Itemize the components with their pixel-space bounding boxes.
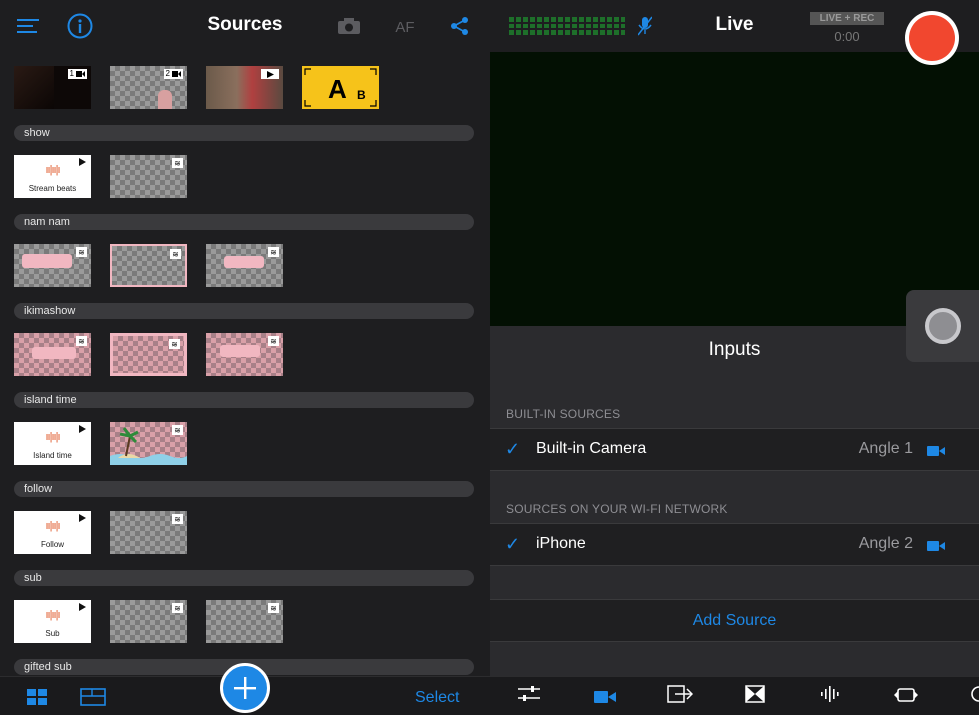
sources-panel: Sources AF 1 2 A B show ıı|ıı|ı Stream b… <box>0 0 490 715</box>
video-camera-icon <box>927 443 945 461</box>
layers-icon: ≋ <box>169 339 180 349</box>
camera-badge: 1 <box>67 69 87 79</box>
record-button[interactable] <box>905 11 959 65</box>
grid-view-icon[interactable] <box>27 689 47 705</box>
overlay-thumbnail[interactable]: ≋ <box>206 333 283 376</box>
video-camera-icon <box>927 538 945 556</box>
group-label-sub[interactable]: sub <box>14 570 474 586</box>
live-panel: Live LIVE + REC 0:00 Inputs BUILT-IN SOU… <box>490 0 979 715</box>
autofocus-button[interactable]: AF <box>392 17 418 37</box>
source-angle: Angle 2 <box>858 535 913 552</box>
layers-icon: ≋ <box>170 249 181 259</box>
builtin-sources-header: BUILT-IN SOURCES <box>506 407 621 421</box>
camera-1-thumbnail[interactable]: 1 <box>14 66 91 109</box>
play-icon <box>79 158 86 166</box>
overlay-thumbnail[interactable]: ≋ <box>110 155 187 198</box>
checkmark-icon: ✓ <box>505 534 521 554</box>
play-icon <box>79 603 86 611</box>
overlay-thumbnail[interactable]: ≋ <box>110 333 187 376</box>
settings-gear-icon[interactable] <box>970 685 979 708</box>
camera-switch-icon[interactable] <box>337 16 361 36</box>
output-icon[interactable] <box>667 685 694 708</box>
wifi-sources-header: SOURCES ON YOUR WI-FI NETWORK <box>506 502 728 516</box>
overlay-thumbnail[interactable]: ≋ <box>110 244 187 287</box>
audio-thumbnail[interactable]: ıı|ıı|ı Follow <box>14 511 91 554</box>
flip-camera-icon[interactable] <box>892 685 920 710</box>
layers-icon: ≋ <box>76 336 87 346</box>
audio-thumbnail[interactable]: ıı|ıı|ı Stream beats <box>14 155 91 198</box>
recording-timer: 0:00 <box>834 29 860 44</box>
source-name: iPhone <box>536 535 586 552</box>
audio-thumbnail[interactable]: ıı|ıı|ı Sub <box>14 600 91 643</box>
overlay-thumbnail[interactable]: ≋ <box>206 244 283 287</box>
overlay-thumbnail[interactable]: ≋ <box>14 333 91 376</box>
group-label-show[interactable]: show <box>14 125 474 141</box>
thumbnail-title: Island time <box>33 451 72 460</box>
plus-icon <box>234 677 256 699</box>
camera-badge: 2 <box>163 69 183 79</box>
play-icon <box>79 425 86 433</box>
layers-icon: ≋ <box>172 514 183 524</box>
title-letter-a: A <box>328 74 347 104</box>
source-row-iphone[interactable]: ✓ iPhone Angle 2 <box>490 523 979 566</box>
layers-icon: ≋ <box>172 425 183 435</box>
layers-icon: ≋ <box>172 603 183 613</box>
title-graphic-thumbnail[interactable]: A B <box>302 66 379 109</box>
layers-icon: ≋ <box>76 247 87 257</box>
overlay-thumbnail[interactable]: ≋ <box>110 511 187 554</box>
group-label-ikimashow[interactable]: ikimashow <box>14 303 474 319</box>
thumbnail-title: Stream beats <box>28 184 77 193</box>
live-rec-badge: LIVE + REC <box>810 12 884 25</box>
layers-icon: ≋ <box>268 247 279 257</box>
audio-thumbnail[interactable]: ıı|ıı|ı Island time <box>14 422 91 465</box>
add-source-button[interactable]: Add Source <box>490 599 979 642</box>
source-name: Built-in Camera <box>536 440 647 457</box>
share-icon[interactable] <box>449 15 471 37</box>
layers-icon: ≋ <box>172 158 183 168</box>
layers-icon: ≋ <box>268 336 279 346</box>
overlay-thumbnail[interactable]: ≋ <box>110 600 187 643</box>
sources-top-bar: Sources AF <box>0 0 490 52</box>
island-overlay-thumbnail[interactable]: ≋ <box>110 422 187 465</box>
add-source-fab[interactable] <box>220 663 270 713</box>
checkmark-icon: ✓ <box>505 439 521 459</box>
source-angle: Angle 1 <box>858 440 913 457</box>
live-bottom-toolbar <box>490 676 979 715</box>
transition-icon[interactable] <box>745 685 765 708</box>
layers-icon: ≋ <box>268 603 279 613</box>
inputs-title: Inputs <box>708 339 761 360</box>
group-label-island-time[interactable]: island time <box>14 392 474 408</box>
play-icon <box>261 69 279 79</box>
select-button[interactable]: Select <box>415 689 459 707</box>
layout-view-icon[interactable] <box>80 688 106 706</box>
video-clip-thumbnail[interactable] <box>206 66 283 109</box>
play-icon <box>79 514 86 522</box>
group-label-follow[interactable]: follow <box>14 481 474 497</box>
video-camera-tab-icon[interactable] <box>594 690 616 708</box>
overlay-thumbnail[interactable]: ≋ <box>206 600 283 643</box>
source-row-builtin-camera[interactable]: ✓ Built-in Camera Angle 1 <box>490 428 979 471</box>
sliders-icon[interactable] <box>518 685 540 708</box>
audio-waveform-icon[interactable] <box>820 685 842 708</box>
title-letter-b: B <box>357 88 366 102</box>
overlay-thumbnail[interactable]: ≋ <box>14 244 91 287</box>
thumbnail-title: Sub <box>45 629 60 638</box>
group-label-nam-nam[interactable]: nam nam <box>14 214 474 230</box>
live-preview[interactable] <box>490 52 979 326</box>
thumbnail-title: Follow <box>40 540 65 549</box>
camera-2-thumbnail[interactable]: 2 <box>110 66 187 109</box>
